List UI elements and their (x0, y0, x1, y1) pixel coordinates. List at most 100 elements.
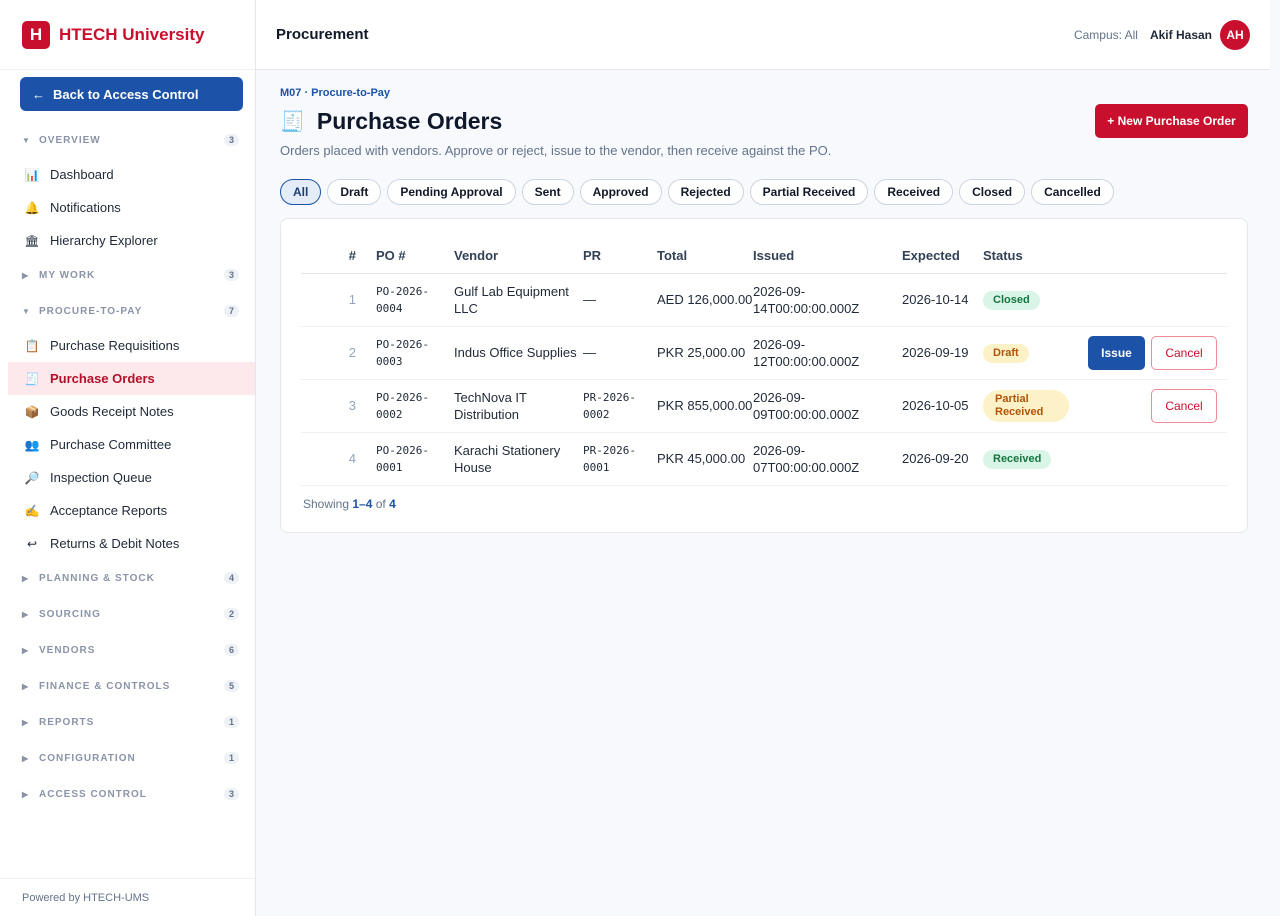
filter-chip-closed[interactable]: Closed (959, 179, 1026, 205)
po-number[interactable]: PO-2026-0001 (376, 432, 454, 486)
table-row[interactable]: 2 PO-2026-0003 Indus Office Supplies — PKR 2… (301, 326, 1227, 380)
brand-logo: H (22, 20, 50, 49)
status-badge: Partial Received (983, 389, 1069, 422)
caret-right-icon: ▶ (22, 789, 30, 799)
avatar[interactable]: AH (1220, 19, 1250, 50)
receipt-icon: 🧾 (280, 111, 305, 133)
sidebar-section-configuration[interactable]: ▶ CONFIGURATION 1 (0, 740, 255, 776)
new-purchase-order-button[interactable]: + New Purchase Order (1095, 104, 1248, 138)
filter-chip-pending-approval[interactable]: Pending Approval (387, 179, 516, 205)
sidebar-section-sourcing[interactable]: ▶ SOURCING 2 (0, 596, 255, 632)
section-label: CONFIGURATION (39, 752, 136, 764)
po-number[interactable]: PO-2026-0003 (376, 326, 454, 380)
table-row[interactable]: 1 PO-2026-0004 Gulf Lab Equipment LLC — AED … (301, 273, 1227, 327)
table-row[interactable]: 4 PO-2026-0001 Karachi Stationery House PR-… (301, 432, 1227, 486)
column-header-issued: Issued (753, 239, 902, 274)
filter-chip-received[interactable]: Received (874, 179, 954, 205)
row-actions (1079, 273, 1227, 327)
sidebar-item-dashboard[interactable]: 📊 Dashboard (0, 158, 255, 191)
column-header-vendor: Vendor (454, 239, 583, 274)
section-label: REPORTS (39, 716, 95, 728)
breadcrumb[interactable]: M07 · Procure-to-Pay (280, 87, 390, 99)
filter-chip-cancelled[interactable]: Cancelled (1031, 179, 1114, 205)
caret-down-icon: ▼ (22, 306, 31, 316)
section-label: PLANNING & STOCK (39, 572, 155, 584)
section-count-badge: 3 (223, 788, 239, 800)
sidebar-section-vendors[interactable]: ▶ VENDORS 6 (0, 632, 255, 668)
bank-icon: 🏛 (24, 233, 40, 248)
back-to-access-control-button[interactable]: ← Back to Access Control (20, 77, 243, 111)
sidebar-item-returns-and-debit-notes[interactable]: ↩ Returns & Debit Notes (0, 527, 255, 560)
status-badge: Draft (983, 343, 1029, 363)
caret-right-icon: ▶ (22, 717, 30, 727)
user-name[interactable]: Akif Hasan (1150, 28, 1212, 42)
table-row[interactable]: 3 PO-2026-0002 TechNova IT Distribution PR-… (301, 379, 1227, 433)
sidebar-item-hierarchy-explorer[interactable]: 🏛 Hierarchy Explorer (0, 224, 255, 257)
sidebar-item-notifications[interactable]: 🔔 Notifications (0, 191, 255, 224)
section-count-badge: 3 (223, 269, 239, 281)
po-number[interactable]: PO-2026-0004 (376, 273, 454, 327)
section-count-badge: 5 (223, 680, 239, 692)
sidebar-item-acceptance-reports[interactable]: ✍ Acceptance Reports (0, 494, 255, 527)
column-header-status: Status (983, 239, 1079, 274)
row-number: 3 (301, 379, 376, 433)
cancel-button[interactable]: Cancel (1151, 388, 1217, 423)
filter-chip-all[interactable]: All (280, 179, 322, 205)
status-cell: Closed (983, 273, 1079, 327)
receipt-icon: 🧾 (24, 371, 40, 386)
people-icon: 👥 (24, 437, 40, 452)
issued-date: 2026-09-09T00:00:00.000Z (753, 379, 902, 433)
sidebar-item-purchase-orders[interactable]: 🧾 Purchase Orders (8, 362, 255, 395)
sidebar-item-label: Purchase Requisitions (50, 338, 180, 353)
purchase-orders-card: # PO # Vendor PR Total Issued Expected Status 1… (280, 218, 1248, 533)
section-count-badge: 7 (223, 305, 239, 317)
brand[interactable]: H HTECH University (0, 0, 255, 70)
caret-down-icon: ▼ (22, 135, 31, 145)
filter-chip-draft[interactable]: Draft (327, 179, 382, 205)
sidebar-section-reports[interactable]: ▶ REPORTS 1 (0, 704, 255, 740)
status-cell: Partial Received (983, 379, 1079, 433)
pagination-prefix: Showing (303, 497, 350, 511)
sidebar-item-purchase-committee[interactable]: 👥 Purchase Committee (0, 428, 255, 461)
sidebar-section-access-control[interactable]: ▶ ACCESS CONTROL 3 (0, 776, 255, 812)
sidebar-section-overview[interactable]: ▼ OVERVIEW 3 (0, 122, 255, 158)
status-cell: Draft (983, 326, 1079, 380)
filter-chip-partial-received[interactable]: Partial Received (749, 179, 869, 205)
magnifier-icon: 🔎 (24, 470, 40, 485)
sidebar-item-inspection-queue[interactable]: 🔎 Inspection Queue (0, 461, 255, 494)
sidebar-item-label: Dashboard (50, 167, 114, 182)
sidebar-item-label: Purchase Orders (50, 371, 155, 386)
sidebar-section-finance-and-controls[interactable]: ▶ FINANCE & CONTROLS 5 (0, 668, 255, 704)
filter-chip-sent[interactable]: Sent (521, 179, 574, 205)
sidebar-section-procure-to-pay[interactable]: ▼ PROCURE-TO-PAY 7 (0, 293, 255, 329)
issued-date: 2026-09-12T00:00:00.000Z (753, 326, 902, 380)
vendor-name: Karachi Stationery House (454, 432, 583, 486)
column-header-index: # (301, 239, 376, 274)
table-body: 1 PO-2026-0004 Gulf Lab Equipment LLC — AED … (301, 273, 1227, 486)
sidebar-item-purchase-requisitions[interactable]: 📋 Purchase Requisitions (0, 329, 255, 362)
column-header-actions (1079, 239, 1227, 274)
vendor-name: Indus Office Supplies (454, 326, 583, 380)
filter-chip-approved[interactable]: Approved (579, 179, 662, 205)
issue-button[interactable]: Issue (1088, 335, 1145, 370)
sidebar-item-label: Acceptance Reports (50, 503, 168, 518)
order-total: PKR 45,000.00 (657, 432, 753, 486)
po-number[interactable]: PO-2026-0002 (376, 379, 454, 433)
arrow-left-icon: ← (32, 86, 45, 102)
sidebar-section-my-work[interactable]: ▶ MY WORK 3 (0, 257, 255, 293)
section-label: ACCESS CONTROL (39, 788, 147, 800)
campus-selector[interactable]: Campus: All (1074, 28, 1138, 42)
expected-date: 2026-10-14 (902, 273, 983, 327)
sidebar-item-label: Returns & Debit Notes (50, 536, 180, 551)
section-label: VENDORS (39, 644, 96, 656)
filter-chip-rejected[interactable]: Rejected (667, 179, 744, 205)
pr-number: PR-2026-0002 (583, 379, 657, 433)
section-label: PROCURE-TO-PAY (39, 305, 143, 317)
sidebar-item-label: Goods Receipt Notes (50, 404, 174, 419)
page-heading: 🧾 Purchase Orders (280, 108, 502, 135)
topbar: Procurement Campus: All Akif Hasan AH (256, 0, 1270, 70)
sidebar-item-goods-receipt-notes[interactable]: 📦 Goods Receipt Notes (0, 395, 255, 428)
cancel-button[interactable]: Cancel (1151, 335, 1217, 370)
column-header-po: PO # (376, 239, 454, 274)
sidebar-section-planning-and-stock[interactable]: ▶ PLANNING & STOCK 4 (0, 560, 255, 596)
